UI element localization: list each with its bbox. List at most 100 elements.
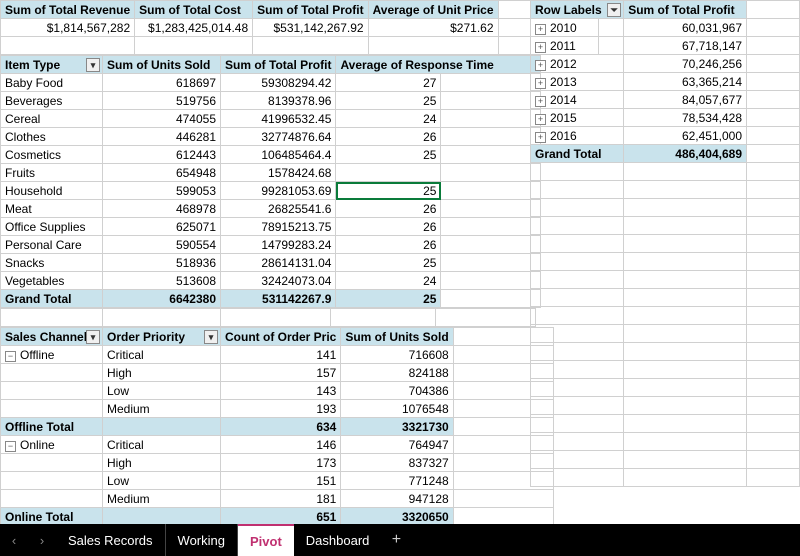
cell[interactable] xyxy=(531,379,624,397)
avg-price-value[interactable]: $271.62 xyxy=(368,19,498,37)
cell[interactable] xyxy=(624,379,747,397)
resp-time-cell[interactable]: 26 xyxy=(336,200,441,218)
cell[interactable] xyxy=(441,146,541,164)
year-profit-header[interactable]: Sum of Total Profit xyxy=(624,1,747,19)
cell[interactable] xyxy=(531,163,624,181)
sum-rev-header[interactable]: Sum of Total Revenue xyxy=(1,1,135,19)
cell[interactable] xyxy=(747,73,800,91)
cell[interactable] xyxy=(624,343,747,361)
chevron-down-icon[interactable]: ▾ xyxy=(86,58,100,72)
cell[interactable] xyxy=(747,289,800,307)
cell[interactable] xyxy=(624,271,747,289)
count-cell[interactable]: 151 xyxy=(221,472,341,490)
units-cell[interactable]: 824188 xyxy=(341,364,453,382)
resp-time-cell[interactable]: 25 xyxy=(336,254,441,272)
cell[interactable] xyxy=(441,92,541,110)
year-profit-cell[interactable]: 70,246,256 xyxy=(624,55,747,73)
units-sold-cell[interactable]: 618697 xyxy=(103,74,221,92)
cell[interactable] xyxy=(1,472,103,490)
year-cell[interactable]: +2016 xyxy=(531,127,624,145)
priority-cell[interactable]: Critical xyxy=(103,346,221,364)
subtotal-label[interactable]: Online Total xyxy=(1,508,103,525)
item-type-cell[interactable]: Vegetables xyxy=(1,272,103,290)
grand-total-value[interactable]: 486,404,689 xyxy=(624,145,747,163)
cell[interactable] xyxy=(441,272,541,290)
resp-time-cell[interactable]: 26 xyxy=(336,128,441,146)
expand-icon[interactable]: + xyxy=(535,96,546,107)
resp-time-cell[interactable]: 26 xyxy=(336,236,441,254)
units-sold-cell[interactable]: 474055 xyxy=(103,110,221,128)
item-type-cell[interactable]: Office Supplies xyxy=(1,218,103,236)
year-profit-cell[interactable]: 78,534,428 xyxy=(624,109,747,127)
cell[interactable] xyxy=(441,290,541,308)
year-profit-cell[interactable]: 67,718,147 xyxy=(624,37,747,55)
units-sold-cell[interactable]: 612443 xyxy=(103,146,221,164)
year-profit-cell[interactable]: 84,057,677 xyxy=(624,91,747,109)
item-type-cell[interactable]: Cereal xyxy=(1,110,103,128)
cell[interactable] xyxy=(747,253,800,271)
cell[interactable] xyxy=(747,235,800,253)
year-cell[interactable]: +2015 xyxy=(531,109,624,127)
cell[interactable] xyxy=(531,433,624,451)
cell[interactable] xyxy=(531,415,624,433)
cell[interactable] xyxy=(624,253,747,271)
cell[interactable] xyxy=(531,361,624,379)
sum-rev-value[interactable]: $1,814,567,282 xyxy=(1,19,135,37)
cell[interactable] xyxy=(747,433,800,451)
year-profit-cell[interactable]: 60,031,967 xyxy=(624,19,747,37)
count-order-header[interactable]: Count of Order Pric xyxy=(221,328,341,346)
resp-time-cell[interactable] xyxy=(336,164,441,182)
cell[interactable] xyxy=(441,218,541,236)
item-type-cell[interactable]: Baby Food xyxy=(1,74,103,92)
priority-cell[interactable]: High xyxy=(103,454,221,472)
sales-channel-pivot[interactable]: Sales Channel▾ Order Priority▾ Count of … xyxy=(0,327,554,524)
item-type-cell[interactable]: Snacks xyxy=(1,254,103,272)
resp-time-cell[interactable]: 24 xyxy=(336,272,441,290)
count-cell[interactable]: 157 xyxy=(221,364,341,382)
profit-cell[interactable]: 26825541.6 xyxy=(221,200,336,218)
tab-nav-prev[interactable]: ‹ xyxy=(0,524,28,556)
collapse-icon[interactable]: − xyxy=(5,351,16,362)
cell[interactable] xyxy=(441,254,541,272)
cell[interactable] xyxy=(441,236,541,254)
cell[interactable] xyxy=(747,145,800,163)
cell[interactable] xyxy=(747,181,800,199)
profit-cell[interactable]: 14799283.24 xyxy=(221,236,336,254)
profit-cell[interactable]: 106485464.4 xyxy=(221,146,336,164)
cell[interactable] xyxy=(747,451,800,469)
avg-price-header[interactable]: Average of Unit Price xyxy=(368,1,498,19)
cell[interactable] xyxy=(441,128,541,146)
cell[interactable] xyxy=(531,325,624,343)
item-type-cell[interactable]: Beverages xyxy=(1,92,103,110)
priority-cell[interactable]: Low xyxy=(103,472,221,490)
cell[interactable] xyxy=(624,415,747,433)
priority-cell[interactable]: Medium xyxy=(103,400,221,418)
units-sold-cell[interactable]: 468978 xyxy=(103,200,221,218)
cell[interactable] xyxy=(531,217,624,235)
sum-cost-value[interactable]: $1,283,425,014.48 xyxy=(135,19,253,37)
cell[interactable] xyxy=(531,451,624,469)
units-sold-cell[interactable]: 590554 xyxy=(103,236,221,254)
row-labels-header[interactable]: Row Labels⏷ xyxy=(531,1,624,19)
cell[interactable] xyxy=(103,418,221,436)
cell[interactable] xyxy=(441,182,541,200)
add-sheet-button[interactable]: + xyxy=(381,524,411,556)
tab-dashboard[interactable]: Dashboard xyxy=(294,524,382,556)
cell[interactable] xyxy=(747,415,800,433)
tab-nav-next[interactable]: › xyxy=(28,524,56,556)
grand-total-label[interactable]: Grand Total xyxy=(1,290,103,308)
count-cell[interactable]: 181 xyxy=(221,490,341,508)
grand-total-label[interactable]: Grand Total xyxy=(531,145,624,163)
item-type-header[interactable]: Item Type▾ xyxy=(1,56,103,74)
year-cell[interactable]: +2014 xyxy=(531,91,624,109)
expand-icon[interactable]: + xyxy=(535,78,546,89)
priority-cell[interactable]: High xyxy=(103,364,221,382)
cell[interactable] xyxy=(747,55,800,73)
units-sold-cell[interactable]: 513608 xyxy=(103,272,221,290)
chevron-down-icon[interactable]: ▾ xyxy=(86,330,100,344)
profit-cell[interactable]: 78915213.75 xyxy=(221,218,336,236)
sum-cost-header[interactable]: Sum of Total Cost xyxy=(135,1,253,19)
item-type-cell[interactable]: Clothes xyxy=(1,128,103,146)
cell[interactable] xyxy=(747,307,800,325)
count-cell[interactable]: 143 xyxy=(221,382,341,400)
